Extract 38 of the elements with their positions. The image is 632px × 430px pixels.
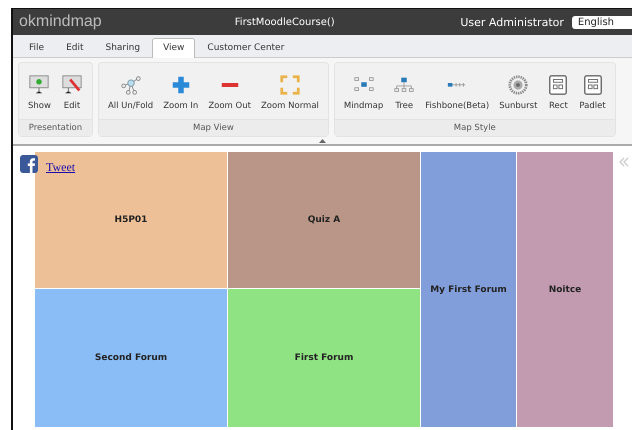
ribbon-button[interactable]: Edit: [56, 71, 88, 111]
layout-icon: [547, 74, 570, 96]
menu-tab[interactable]: File: [19, 39, 54, 57]
sunburst-icon: [507, 74, 530, 96]
corner-brackets-icon: [278, 74, 301, 96]
document-title: FirstMoodleCourse(): [234, 16, 336, 28]
facebook-icon[interactable]: [20, 155, 38, 173]
menu-tab[interactable]: Customer Center: [197, 39, 294, 57]
language-dropdown[interactable]: English: [572, 16, 632, 28]
ribbon-button[interactable]: Zoom Out: [203, 71, 256, 111]
group-label: Map View: [98, 119, 328, 136]
ribbon-button[interactable]: Zoom Normal: [256, 71, 324, 111]
ribbon-button[interactable]: Fishbone(Beta): [420, 71, 494, 111]
ribbon-button[interactable]: Padlet: [574, 71, 611, 111]
menu-tab[interactable]: View: [152, 38, 196, 58]
app-logo: okmindmap: [19, 13, 103, 31]
treemap-node[interactable]: Quiz A: [228, 152, 420, 288]
treemap-node[interactable]: My First Forum: [421, 152, 516, 427]
group-label: Presentation: [19, 119, 92, 136]
menu-tab[interactable]: Sharing: [96, 39, 150, 57]
layout-icon: [582, 74, 604, 96]
ribbon-button[interactable]: Rect: [542, 71, 574, 111]
ribbon-button[interactable]: Show: [23, 71, 56, 111]
user-name: User Administrator: [460, 16, 564, 28]
ribbon-button[interactable]: Mindmap: [338, 71, 388, 111]
treemap-node[interactable]: First Forum: [228, 289, 420, 427]
ribbon-button[interactable]: Sunburst: [494, 71, 542, 111]
ribbon-button[interactable]: Zoom In: [158, 71, 204, 111]
treemap-node[interactable]: Noitce: [517, 152, 613, 427]
node-network-icon: [120, 74, 142, 96]
ribbon-button[interactable]: Tree: [388, 71, 420, 111]
group-label: Map Style: [334, 119, 615, 136]
tweet-link[interactable]: Tweet: [46, 160, 76, 175]
ribbon-button[interactable]: All Un/Fold: [102, 71, 158, 111]
menu-tab[interactable]: Edit: [56, 39, 94, 57]
screen-pencil-icon: [60, 74, 83, 96]
screen-play-icon: [28, 74, 50, 96]
treemap-node[interactable]: Second Forum: [35, 289, 227, 427]
